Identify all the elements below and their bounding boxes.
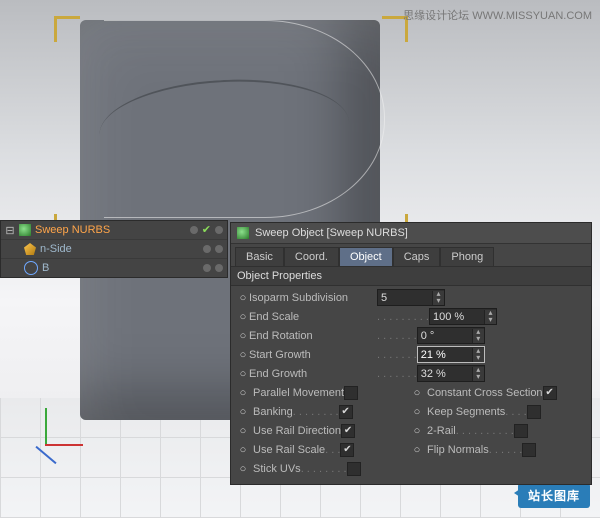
prop-end-scale: ○ End Scale . . . . . . . . . ▴▾ (237, 307, 585, 326)
attribute-manager[interactable]: Sweep Object [Sweep NURBS] Basic Coord. … (230, 222, 592, 485)
checkbox[interactable]: ✔ (339, 405, 353, 419)
layer-dot-icon[interactable] (215, 226, 223, 234)
n-side-icon (24, 243, 36, 255)
prop-keep-segments[interactable]: ○Keep Segments. . . . (411, 405, 585, 419)
sweep-nurbs-icon (19, 224, 31, 236)
tree-row-n-side[interactable]: n-Side (1, 240, 227, 259)
object-manager[interactable]: ⊟ Sweep NURBS ✔ n-Side B (0, 220, 228, 278)
prop-banking[interactable]: ○Banking. . . . . . . .✔ (237, 405, 411, 419)
attr-title: Sweep Object [Sweep NURBS] (255, 227, 408, 239)
layer-dot-icon[interactable] (190, 226, 198, 234)
prop-end-growth: ○ End Growth . . . . . . . ▴▾ (237, 364, 585, 383)
spinner-down-icon[interactable]: ▾ (432, 298, 444, 305)
prop-start-growth: ○ Start Growth . . . . . . . ▴▾ (237, 345, 585, 364)
checkbox[interactable] (344, 386, 358, 400)
prop-stick-uvs[interactable]: ○Stick UVs. . . . . . . . (237, 462, 411, 476)
end-growth-input[interactable]: ▴▾ (417, 365, 485, 382)
checkbox[interactable] (347, 462, 361, 476)
object-name[interactable]: n-Side (40, 243, 199, 255)
checkbox[interactable] (527, 405, 541, 419)
tab-coord[interactable]: Coord. (284, 247, 339, 266)
prop-parallel-movement[interactable]: ○Parallel Movement (237, 386, 411, 400)
prop-isoparm-subdivision: ○ Isoparm Subdivision ▴▾ (237, 288, 585, 307)
object-name[interactable]: B (42, 262, 199, 274)
prop-constant-cross-section[interactable]: ○Constant Cross Section✔ (411, 386, 585, 400)
checkbox[interactable]: ✔ (341, 424, 355, 438)
tree-row-sweep-nurbs[interactable]: ⊟ Sweep NURBS ✔ (1, 221, 227, 240)
tab-caps[interactable]: Caps (393, 247, 441, 266)
watermark-top: 思缘设计论坛 WWW.MISSYUAN.COM (403, 7, 592, 23)
tree-row-spline-b[interactable]: B (1, 259, 227, 277)
end-rotation-input[interactable]: ▴▾ (417, 327, 485, 344)
properties-panel: ○ Isoparm Subdivision ▴▾ ○ End Scale . .… (231, 286, 591, 484)
expand-toggle-icon[interactable]: ⊟ (5, 224, 15, 237)
checkbox[interactable] (514, 424, 528, 438)
object-name[interactable]: Sweep NURBS (35, 224, 186, 236)
spinner-down-icon[interactable]: ▾ (472, 355, 484, 362)
section-header: Object Properties (231, 266, 591, 286)
layer-dot-icon[interactable] (215, 245, 223, 253)
watermark-bottom: 站长图库 (518, 483, 590, 508)
tab-phong[interactable]: Phong (440, 247, 494, 266)
spinner-down-icon[interactable]: ▾ (472, 336, 484, 343)
prop-flip-normals[interactable]: ○Flip Normals. . . . . . (411, 443, 585, 457)
checkbox[interactable] (522, 443, 536, 457)
layer-dot-icon[interactable] (203, 264, 211, 272)
attr-header: Sweep Object [Sweep NURBS] (231, 223, 591, 244)
visible-check-icon[interactable]: ✔ (202, 225, 211, 236)
spline-icon (24, 261, 38, 275)
prop-2-rail[interactable]: ○2-Rail. . . . . . . . . . (411, 424, 585, 438)
checkbox[interactable]: ✔ (340, 443, 354, 457)
selection-corner (54, 16, 80, 42)
axis-gizmo[interactable] (12, 408, 80, 476)
checkbox[interactable]: ✔ (543, 386, 557, 400)
attr-tabs: Basic Coord. Object Caps Phong (231, 244, 591, 266)
sweep-path (104, 20, 385, 218)
tab-basic[interactable]: Basic (235, 247, 284, 266)
tab-object[interactable]: Object (339, 247, 393, 266)
viewport[interactable]: 思缘设计论坛 WWW.MISSYUAN.COM 站长图库 ⊟ Sweep NUR… (0, 0, 600, 518)
prop-use-rail-scale[interactable]: ○Use Rail Scale. . .✔ (237, 443, 411, 457)
spinner-down-icon[interactable]: ▾ (472, 374, 484, 381)
start-growth-input[interactable]: ▴▾ (417, 346, 485, 363)
layer-dot-icon[interactable] (215, 264, 223, 272)
prop-use-rail-direction[interactable]: ○Use Rail Direction✔ (237, 424, 411, 438)
sweep-nurbs-icon (237, 227, 249, 239)
prop-end-rotation: ○ End Rotation . . . . . . . ▴▾ (237, 326, 585, 345)
isoparm-input[interactable]: ▴▾ (377, 289, 445, 306)
layer-dot-icon[interactable] (203, 245, 211, 253)
spinner-down-icon[interactable]: ▾ (484, 317, 496, 324)
end-scale-input[interactable]: ▴▾ (429, 308, 497, 325)
